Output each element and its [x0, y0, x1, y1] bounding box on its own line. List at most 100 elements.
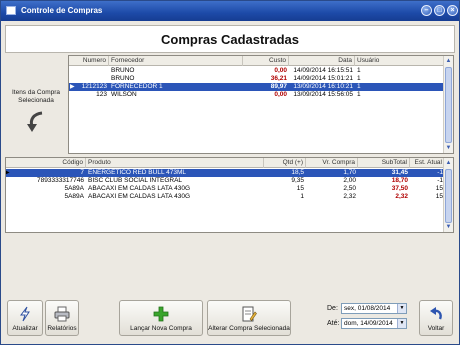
scroll-up-icon[interactable]: ▲ — [444, 158, 453, 168]
item-row[interactable]: 7893333317746 BISC CLUB SOCIAL INTEGRAL 9,… — [6, 177, 445, 185]
purchase-fornecedor: BRUNO — [111, 67, 135, 74]
edit-document-icon — [242, 306, 257, 322]
scroll-down-icon[interactable]: ▼ — [444, 222, 453, 232]
item-produto: BISC CLUB SOCIAL INTEGRAL — [88, 177, 183, 184]
purchase-fornecedor: FORNECEDOR 1 — [111, 83, 163, 90]
item-row[interactable]: ▶ 7 ENERGÉTICO RED BULL 473ML 18,5 1,70 31,45… — [6, 169, 445, 177]
minimize-icon[interactable]: – — [421, 5, 432, 16]
item-codigo: 7 — [80, 169, 84, 176]
purchase-data: 14/09/2014 15:01:21 — [293, 75, 353, 82]
date-to-picker[interactable]: dom, 14/09/2014 ▼ — [341, 318, 407, 329]
purchase-data: 13/09/2014 15:56:05 — [293, 91, 353, 98]
purchase-custo: 36,21 — [270, 75, 287, 82]
col-vr-compra[interactable]: Vr. Compra — [306, 158, 358, 168]
purchase-usuario: 1 — [357, 91, 361, 98]
purchase-numero — [69, 67, 109, 75]
chevron-down-icon[interactable]: ▼ — [397, 319, 406, 328]
item-codigo: 5A89A — [64, 185, 84, 192]
purchases-grid[interactable]: Numero Fornecedor Custo Data Usuário BRU… — [68, 55, 454, 154]
date-to-value: dom, 14/09/2014 — [344, 320, 393, 327]
plus-icon — [153, 306, 169, 322]
refresh-label: Atualizar — [12, 325, 38, 332]
scroll-thumb[interactable] — [445, 67, 452, 143]
col-numero[interactable]: Numero — [69, 56, 109, 66]
col-subtotal[interactable]: SubTotal — [358, 158, 410, 168]
item-qtd: 15 — [296, 185, 304, 192]
scroll-thumb[interactable] — [445, 169, 452, 223]
item-est-atual: 15 — [435, 185, 443, 192]
scroll-down-icon[interactable]: ▼ — [444, 143, 453, 153]
window-title: Controle de Compras — [21, 6, 103, 15]
items-grid[interactable]: Código Produto Qtd (+) Vr. Compra SubTot… — [5, 157, 454, 233]
date-from-label: De: — [327, 305, 338, 312]
items-scrollbar[interactable]: ▲ ▼ — [443, 158, 453, 232]
edit-purchase-label: Alterar Compra Selecionada — [208, 325, 290, 332]
purchase-row[interactable]: BRUNO 0,00 14/09/2014 16:15:51 1 — [69, 67, 445, 75]
purchase-row[interactable]: BRUNO 36,21 14/09/2014 15:01:21 1 — [69, 75, 445, 83]
purchases-grid-header: Numero Fornecedor Custo Data Usuário — [69, 56, 445, 66]
page-title: Compras Cadastradas — [5, 25, 455, 53]
col-qtd[interactable]: Qtd (+) — [264, 158, 306, 168]
col-produto[interactable]: Produto — [86, 158, 264, 168]
item-subtotal: 2,32 — [395, 193, 408, 200]
purchase-usuario: 1 — [357, 83, 361, 90]
back-label: Voltar — [427, 325, 445, 332]
col-codigo[interactable]: Código — [6, 158, 86, 168]
reports-button[interactable]: Relatórios — [45, 300, 79, 336]
item-vr-compra: 1,70 — [343, 169, 356, 176]
edit-purchase-button[interactable]: Alterar Compra Selecionada — [207, 300, 291, 336]
close-icon[interactable]: × — [447, 5, 458, 16]
item-row[interactable]: 5A89A ABACAXI EM CALDAS LATA 430G 15 2,50 37… — [6, 185, 445, 193]
col-fornecedor[interactable]: Fornecedor — [109, 56, 243, 66]
title-bar: Controle de Compras – □ × — [1, 1, 459, 21]
purchases-scrollbar[interactable]: ▲ ▼ — [443, 56, 453, 153]
purchase-custo: 0,00 — [274, 67, 287, 74]
lightning-icon — [20, 306, 30, 322]
new-purchase-button[interactable]: Lançar Nova Compra — [119, 300, 203, 336]
back-arrow-icon — [430, 307, 442, 320]
purchase-numero: 1212123 — [81, 83, 107, 90]
item-est-atual: -1 — [437, 177, 443, 184]
purchase-row[interactable]: 123 WILSON 0,00 13/09/2014 15:56:05 1 — [69, 91, 445, 99]
purchase-data: 14/09/2014 16:15:51 — [293, 67, 353, 74]
item-subtotal: 18,70 — [391, 177, 408, 184]
purchase-row[interactable]: ▶ 1212123 FORNECEDOR 1 89,97 13/09/2014 16:1… — [69, 83, 445, 91]
date-from-value: sex, 01/08/2014 — [344, 305, 391, 312]
item-produto: ABACAXI EM CALDAS LATA 430G — [88, 193, 190, 200]
chevron-down-icon[interactable]: ▼ — [397, 304, 406, 313]
item-produto: ENERGÉTICO RED BULL 473ML — [88, 169, 187, 176]
back-button[interactable]: Voltar — [419, 300, 453, 336]
maximize-icon[interactable]: □ — [434, 5, 445, 16]
col-custo[interactable]: Custo — [243, 56, 289, 66]
item-row[interactable]: 5A89A ABACAXI EM CALDAS LATA 430G 1 2,32 2,3… — [6, 193, 445, 201]
bottom-toolbar: Atualizar Relatórios Lançar Nova Compra — [1, 296, 459, 344]
col-usuario[interactable]: Usuário — [355, 56, 445, 66]
purchase-usuario: 1 — [357, 67, 361, 74]
item-est-atual: 15 — [435, 193, 443, 200]
app-icon — [6, 6, 16, 15]
reports-label: Relatórios — [47, 325, 77, 332]
side-panel: Itens da Compra Selecionada — [5, 55, 67, 155]
main-window: Controle de Compras – □ × Compras Cadast… — [0, 0, 460, 345]
col-est-atual[interactable]: Est. Atual — [410, 158, 445, 168]
purchase-numero — [69, 75, 109, 83]
items-grid-header: Código Produto Qtd (+) Vr. Compra SubTot… — [6, 158, 445, 168]
purchase-fornecedor: BRUNO — [111, 75, 135, 82]
item-vr-compra: 2,32 — [343, 193, 356, 200]
item-vr-compra: 2,50 — [343, 185, 356, 192]
side-panel-label: Itens da Compra Selecionada — [11, 89, 61, 104]
col-data[interactable]: Data — [289, 56, 355, 66]
date-from-picker[interactable]: sex, 01/08/2014 ▼ — [341, 303, 407, 314]
date-to-label: Até: — [327, 320, 340, 327]
printer-icon — [54, 306, 70, 322]
purchase-fornecedor: WILSON — [111, 91, 137, 98]
item-codigo: 7893333317746 — [37, 177, 84, 184]
purchase-data: 13/09/2014 16:10:21 — [293, 83, 353, 90]
item-qtd: 9,35 — [291, 177, 304, 184]
refresh-button[interactable]: Atualizar — [7, 300, 43, 336]
item-qtd: 18,5 — [291, 169, 304, 176]
purchase-custo: 89,97 — [270, 83, 287, 90]
scroll-up-icon[interactable]: ▲ — [444, 56, 453, 66]
purchase-usuario: 1 — [357, 75, 361, 82]
item-est-atual: -1 — [437, 169, 443, 176]
